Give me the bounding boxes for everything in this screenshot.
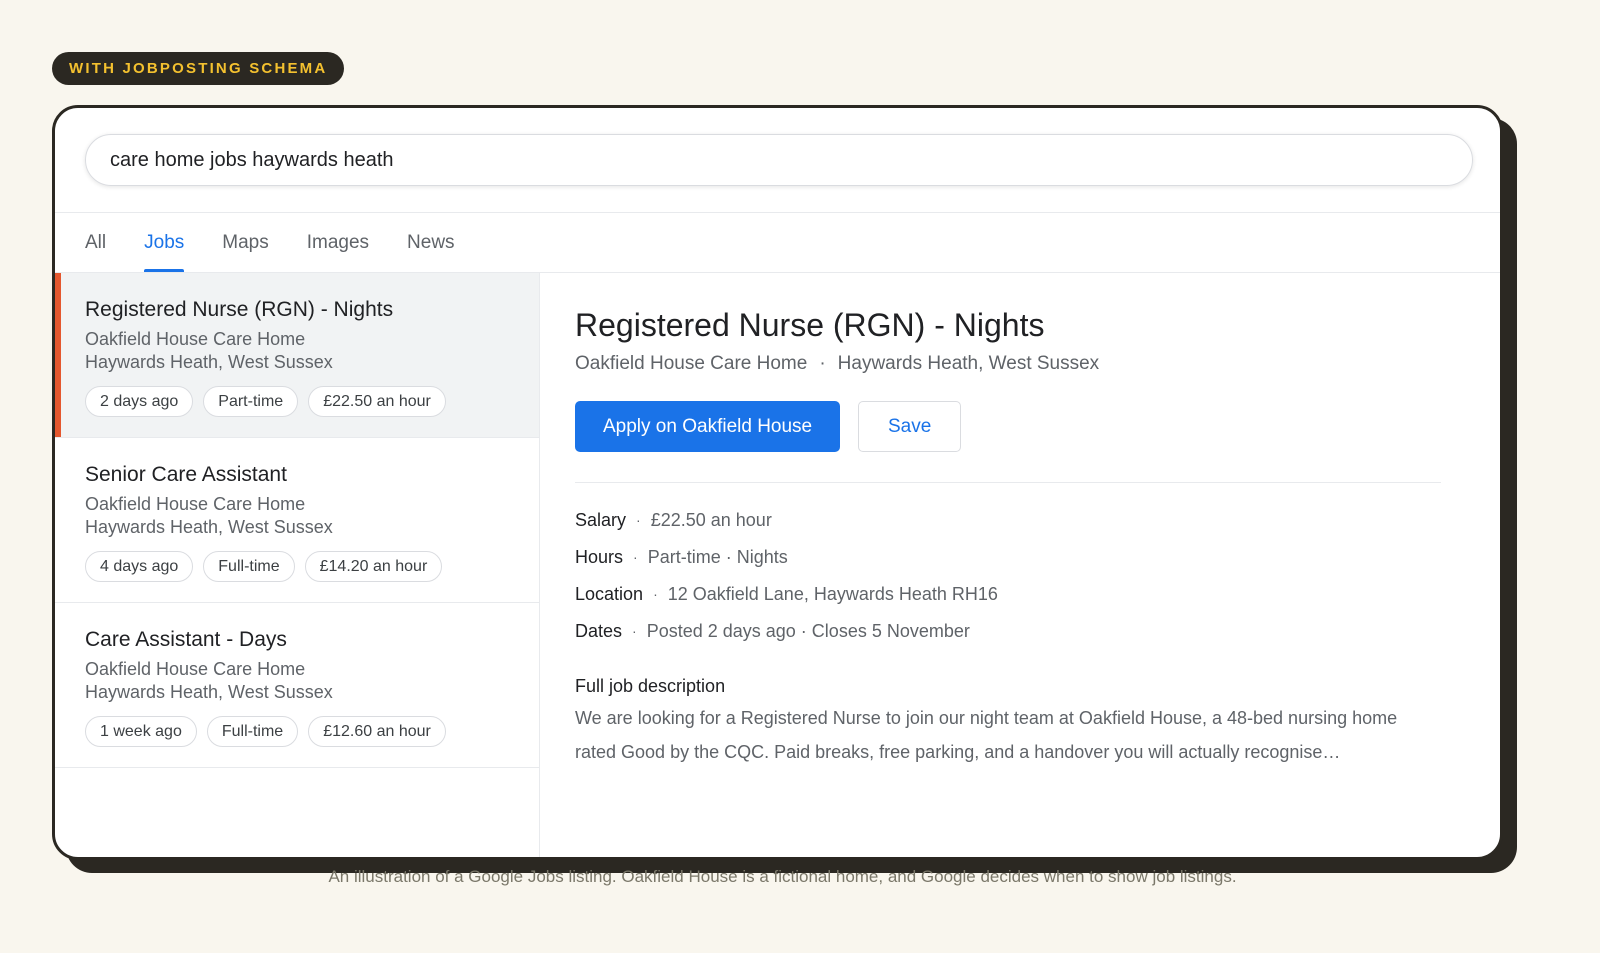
detail-title: Registered Nurse (RGN) - Nights <box>575 307 1045 343</box>
job-company: Oakfield House Care Home <box>85 329 306 349</box>
fact-label: Location <box>575 584 644 604</box>
job-chips: 2 days ago Part-time £22.50 an hour <box>85 386 539 417</box>
posted-chip: 2 days ago <box>85 386 194 417</box>
fact-value: Part-time · Nights <box>647 547 788 567</box>
detail-company: Oakfield House Care Home <box>575 353 808 374</box>
fact-label: Hours <box>575 547 624 567</box>
posted-chip: 1 week ago <box>85 716 197 747</box>
schema-badge: WITH JOBPOSTING SCHEMA <box>52 52 345 85</box>
divider <box>575 482 1441 483</box>
job-type-chip: Part-time <box>203 386 299 417</box>
search-tabs: All Jobs Maps Images News <box>55 213 1500 273</box>
pay-chip: £14.20 an hour <box>304 551 443 582</box>
fact-salary: Salary · £22.50 an hour <box>575 509 1500 531</box>
job-card-registered-nurse[interactable]: Registered Nurse (RGN) - Nights Oakfield… <box>55 273 539 438</box>
separator-dot: · <box>819 353 826 374</box>
search-results-frame: care home jobs haywards heath All Jobs M… <box>52 105 1503 860</box>
job-title: Care Assistant - Days <box>85 628 287 651</box>
job-location: Haywards Heath, West Sussex <box>85 352 333 372</box>
fact-hours: Hours · Part-time · Nights <box>575 546 1500 568</box>
fact-value: 12 Oakfield Lane, Haywards Heath RH16 <box>667 584 998 604</box>
job-company: Oakfield House Care Home <box>85 659 306 679</box>
job-company: Oakfield House Care Home <box>85 494 306 514</box>
posted-chip: 4 days ago <box>85 551 194 582</box>
fact-label: Dates <box>575 621 623 641</box>
job-card-senior-care-assistant[interactable]: Senior Care Assistant Oakfield House Car… <box>55 438 539 603</box>
fact-dates: Dates · Posted 2 days ago · Closes 5 Nov… <box>575 620 1500 642</box>
fact-label: Salary <box>575 510 627 530</box>
search-query: care home jobs haywards heath <box>110 148 394 171</box>
search-input[interactable]: care home jobs haywards heath <box>85 134 1473 186</box>
separator-dot: · <box>653 586 658 602</box>
apply-button[interactable]: Apply on Oakfield House <box>575 401 841 452</box>
tab-maps[interactable]: Maps <box>222 213 268 272</box>
job-chips: 1 week ago Full-time £12.60 an hour <box>85 716 539 747</box>
tab-news[interactable]: News <box>407 213 455 272</box>
caption: An illustration of a Google Jobs listing… <box>328 867 1237 886</box>
detail-location: Haywards Heath, West Sussex <box>837 353 1100 374</box>
job-facts: Salary · £22.50 an hour Hours · Part-tim… <box>575 509 1500 642</box>
description-heading: Full job description <box>575 676 726 696</box>
job-title: Senior Care Assistant <box>85 463 287 486</box>
tab-jobs[interactable]: Jobs <box>144 213 185 272</box>
fact-value: Posted 2 days ago · Closes 5 November <box>646 621 970 641</box>
jobs-content: Registered Nurse (RGN) - Nights Oakfield… <box>55 273 1500 857</box>
detail-actions: Apply on Oakfield House Save <box>575 401 1500 452</box>
tab-all[interactable]: All <box>85 213 106 272</box>
save-button[interactable]: Save <box>858 401 962 452</box>
pay-chip: £22.50 an hour <box>308 386 446 417</box>
tab-images[interactable]: Images <box>307 213 369 272</box>
description-text: We are looking for a Registered Nurse to… <box>575 708 1398 762</box>
detail-subtitle: Oakfield House Care Home · Haywards Heat… <box>575 353 1500 375</box>
fact-location: Location · 12 Oakfield Lane, Haywards He… <box>575 583 1500 605</box>
job-detail-panel: Registered Nurse (RGN) - Nights Oakfield… <box>540 273 1500 857</box>
job-type-chip: Full-time <box>203 551 295 582</box>
search-area: care home jobs haywards heath <box>55 108 1500 213</box>
job-location: Haywards Heath, West Sussex <box>85 517 333 537</box>
separator-dot: · <box>633 549 638 565</box>
pay-chip: £12.60 an hour <box>308 716 446 747</box>
fact-value: £22.50 an hour <box>650 510 772 530</box>
separator-dot: · <box>636 512 641 528</box>
job-card-care-assistant-days[interactable]: Care Assistant - Days Oakfield House Car… <box>55 603 539 768</box>
job-location: Haywards Heath, West Sussex <box>85 682 333 702</box>
job-list: Registered Nurse (RGN) - Nights Oakfield… <box>55 273 540 857</box>
separator-dot: · <box>632 623 637 639</box>
job-chips: 4 days ago Full-time £14.20 an hour <box>85 551 539 582</box>
job-type-chip: Full-time <box>206 716 299 747</box>
job-title: Registered Nurse (RGN) - Nights <box>85 298 394 321</box>
